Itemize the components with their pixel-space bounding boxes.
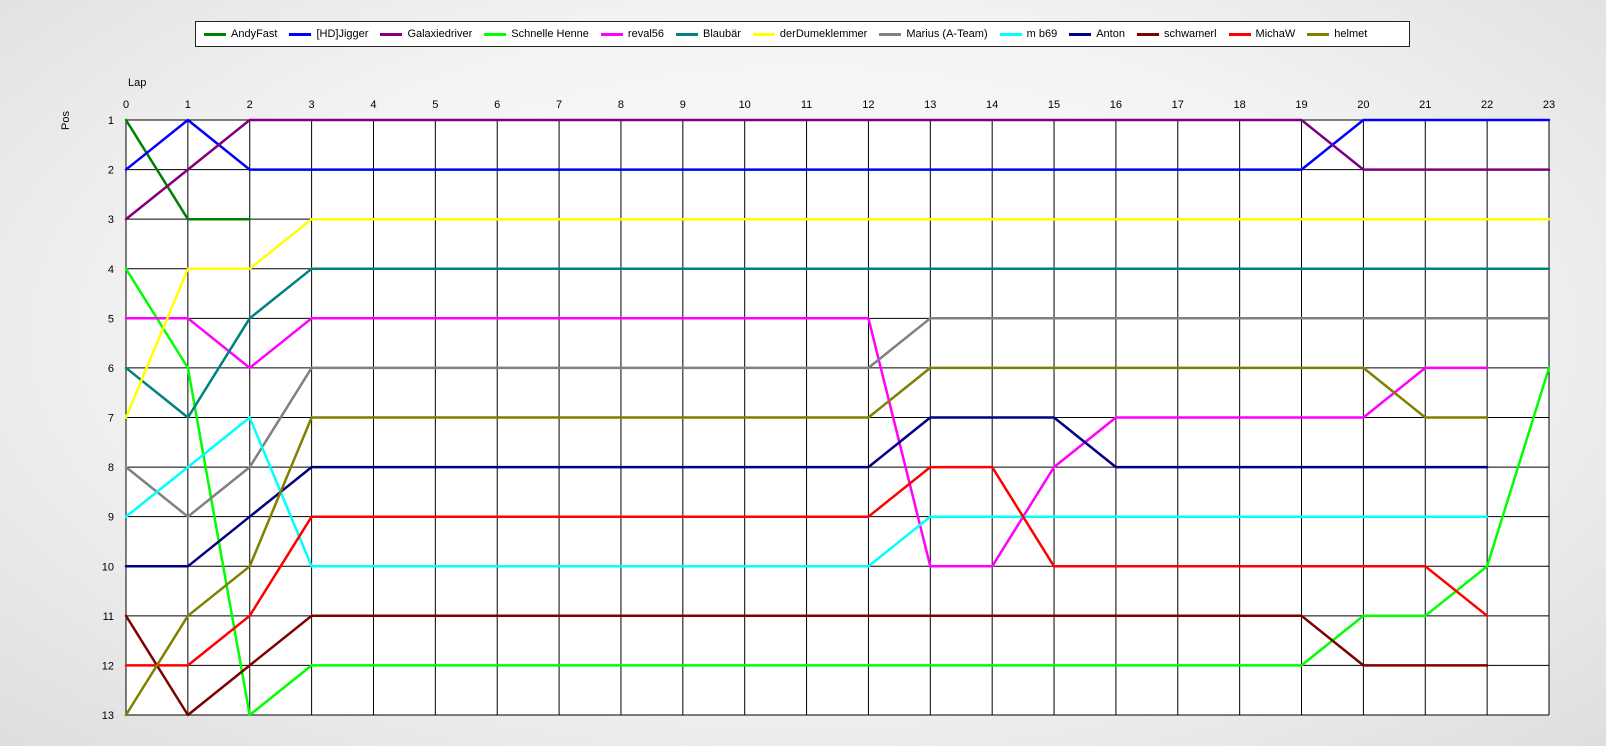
x-tick-label: 21 (1419, 99, 1431, 111)
x-tick-label: 9 (680, 99, 686, 111)
x-tick-label: 23 (1543, 99, 1555, 111)
y-tick-label: 3 (108, 214, 114, 226)
y-tick-label: 5 (108, 313, 114, 325)
y-tick-label: 1 (108, 115, 114, 127)
y-tick-label: 12 (102, 660, 114, 672)
y-tick-label: 8 (108, 462, 114, 474)
x-tick-label: 16 (1110, 99, 1122, 111)
x-tick-label: 17 (1172, 99, 1184, 111)
x-tick-label: 15 (1048, 99, 1060, 111)
x-tick-label: 8 (618, 99, 624, 111)
x-tick-label: 11 (801, 99, 812, 111)
x-tick-label: 22 (1481, 99, 1493, 111)
x-tick-label: 12 (862, 99, 874, 111)
x-tick-label: 20 (1357, 99, 1369, 111)
y-tick-label: 13 (102, 710, 114, 722)
x-tick-label: 7 (556, 99, 562, 111)
x-tick-label: 18 (1234, 99, 1246, 111)
x-tick-label: 3 (309, 99, 315, 111)
y-tick-label: 7 (108, 413, 114, 425)
x-tick-label: 4 (370, 99, 376, 111)
y-tick-label: 4 (108, 264, 114, 276)
x-tick-label: 13 (924, 99, 936, 111)
x-tick-label: 2 (247, 99, 253, 111)
y-tick-label: 9 (108, 512, 114, 524)
x-tick-label: 1 (185, 99, 191, 111)
lap-position-chart: AndyFast [HD]Jigger Galaxiedriver Schnelle … (0, 0, 1606, 746)
y-tick-label: 6 (108, 363, 114, 375)
x-tick-label: 5 (432, 99, 438, 111)
x-tick-label: 6 (494, 99, 500, 111)
x-tick-label: 19 (1295, 99, 1307, 111)
x-tick-label: 10 (739, 99, 751, 111)
x-tick-label: 0 (123, 99, 129, 111)
y-tick-label: 2 (108, 165, 114, 177)
plot-area: 0 1 2 3 4 5 6 7 8 9 10 11 12 13 14 15 16 17 18 19 20 21 22 2312… (102, 99, 1555, 722)
y-tick-label: 11 (103, 611, 114, 623)
x-tick-label: 14 (986, 99, 998, 111)
y-tick-label: 10 (102, 561, 114, 573)
